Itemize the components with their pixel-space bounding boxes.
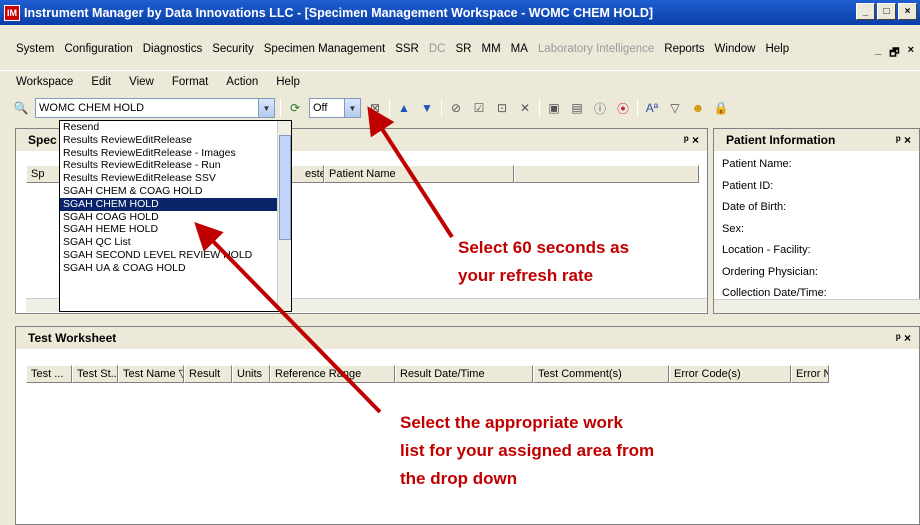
callout-line: Select 60 seconds as — [458, 238, 630, 257]
refresh-callout-arrow — [367, 106, 454, 239]
callout-line: the drop down — [400, 469, 518, 488]
callout-line: your refresh rate — [458, 266, 594, 285]
callout-line: Select the appropriate work — [400, 413, 623, 432]
refresh-callout: Select 60 seconds as your refresh rate — [458, 234, 629, 290]
callout-line: list for your assigned area from — [400, 441, 655, 460]
worklist-callout: Select the appropriate work list for you… — [400, 409, 654, 493]
worklist-callout-arrow — [194, 221, 382, 414]
